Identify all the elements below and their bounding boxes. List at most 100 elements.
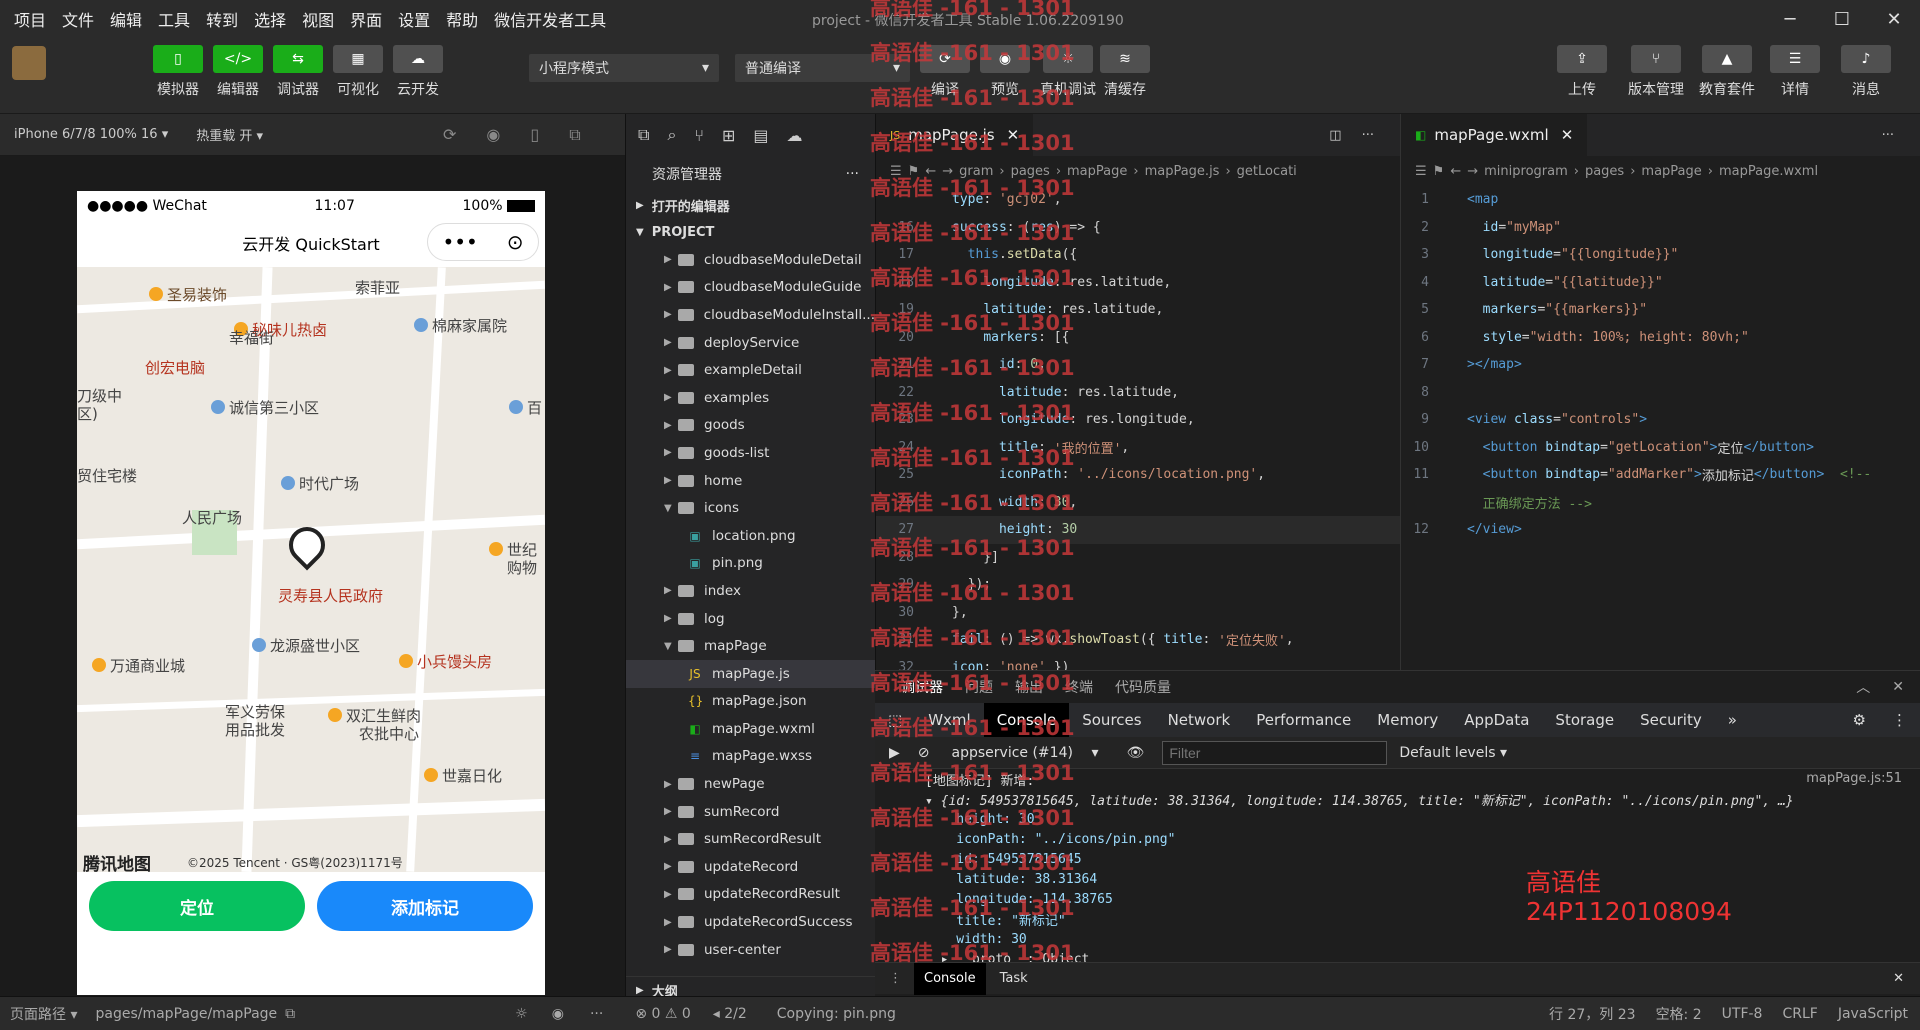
cloud-icon[interactable]: ☁ — [787, 126, 803, 145]
close-icon[interactable]: ✕ — [1893, 971, 1904, 986]
map-poi-label[interactable]: 购物 — [507, 557, 537, 578]
breadcrumb-item[interactable]: mapPage.js — [1145, 164, 1220, 179]
stop-icon[interactable]: ◉ — [486, 125, 500, 144]
encoding[interactable]: UTF-8 — [1722, 1006, 1763, 1022]
breadcrumb-item[interactable]: mapPage — [1641, 164, 1701, 179]
breadcrumb-item[interactable]: mapPage.wxml — [1719, 164, 1818, 179]
extensions-icon[interactable]: ⊞ — [722, 126, 735, 145]
menu-item-4[interactable]: 转到 — [206, 7, 238, 31]
split-icon[interactable]: ◫ — [1329, 128, 1341, 143]
tree-item[interactable]: ▶ exampleDetail — [626, 356, 875, 384]
map-view[interactable]: 圣易装饰 索菲亚 秘味儿热卤 棉麻家属院 幸福街 创宏电脑 刀级中 区) 诚信第三小区百贸住宅楼… — [77, 267, 545, 872]
devtools-tab[interactable]: Security — [1627, 703, 1715, 737]
chevron-up-icon[interactable]: ︿ — [1856, 677, 1870, 697]
add-marker-button[interactable]: 添加标记 — [317, 881, 533, 931]
map-poi-label[interactable]: 创宏电脑 — [145, 357, 205, 378]
avatar[interactable] — [12, 46, 46, 80]
forward-icon[interactable]: → — [1467, 164, 1478, 179]
tree-item[interactable]: ▶ examples — [626, 384, 875, 412]
more-icon[interactable]: ⋮ — [889, 971, 902, 986]
back-icon[interactable]: ← — [1450, 164, 1461, 179]
map-poi-label[interactable]: 万通商业城 — [110, 655, 185, 676]
more-icon[interactable]: ••• — [442, 230, 477, 254]
toolbar-button-code[interactable]: </> 编辑器 — [213, 45, 263, 99]
more-icon[interactable]: ··· — [590, 1006, 603, 1022]
search-icon[interactable]: ⌕ — [667, 125, 676, 145]
tree-item[interactable]: ▶ index — [626, 577, 875, 605]
map-poi-label[interactable]: 龙源盛世小区 — [270, 635, 360, 656]
map-poi-label[interactable]: 棉麻家属院 — [432, 315, 507, 336]
toolbar-button-phone[interactable]: ▯ 模拟器 — [153, 45, 203, 99]
map-poi-label[interactable]: 农批中心 — [359, 723, 419, 744]
problems-count[interactable]: ⊗ 0 ⚠ 0 — [635, 1006, 690, 1022]
map-poi-label[interactable]: 时代广场 — [299, 473, 359, 494]
settings-icon[interactable]: ⚙ — [1840, 703, 1879, 737]
close-icon[interactable]: ✕ — [1561, 126, 1574, 144]
map-poi-label[interactable]: 灵寿县人民政府 — [278, 585, 383, 606]
map-poi-label[interactable]: 诚信第三小区 — [229, 397, 319, 418]
levels-select[interactable]: Default levels ▾ — [1399, 745, 1507, 761]
more-icon[interactable]: ··· — [846, 166, 859, 182]
tree-item[interactable]: ▶ goods — [626, 412, 875, 440]
device-select[interactable]: iPhone 6/7/8 100% 16 ▾ — [14, 127, 168, 142]
devtools-tab[interactable]: Storage — [1542, 703, 1627, 737]
drawer-tab-task[interactable]: Task — [1000, 971, 1028, 986]
map-poi-label[interactable]: 圣易装饰 — [167, 284, 227, 305]
tree-item[interactable]: ▶ user-center — [626, 936, 875, 964]
copy-icon[interactable]: ⧉ — [285, 1006, 295, 1022]
more-icon[interactable]: ··· — [1362, 128, 1374, 143]
tree-item[interactable]: ▶ updateRecordResult — [626, 881, 875, 909]
hot-reload-toggle[interactable]: 热重载 开 ▾ — [196, 125, 263, 144]
close-icon[interactable]: ✕ — [1868, 0, 1920, 38]
debug-tab[interactable]: 代码质量 — [1115, 677, 1171, 697]
map-poi-label[interactable]: 百 — [527, 397, 542, 418]
tree-item[interactable]: ▶ home — [626, 467, 875, 495]
map-poi-label[interactable]: 人民广场 — [182, 507, 242, 528]
menu-item-8[interactable]: 设置 — [398, 7, 430, 31]
tree-item[interactable]: ▶ goods-list — [626, 439, 875, 467]
git-icon[interactable]: ⑂ — [694, 126, 704, 145]
toolbar-button-cloud[interactable]: ☁ 云开发 — [393, 45, 443, 99]
storage-icon[interactable]: ▤ — [753, 126, 768, 145]
phone-icon[interactable]: ▯ — [530, 125, 539, 144]
tree-item[interactable]: ▶ log — [626, 605, 875, 633]
devtools-tab[interactable]: Sources — [1069, 703, 1154, 737]
menu-item-10[interactable]: 微信开发者工具 — [494, 7, 606, 31]
menu-item-2[interactable]: 编辑 — [110, 7, 142, 31]
menu-item-5[interactable]: 选择 — [254, 7, 286, 31]
tree-item[interactable]: ▶ sumRecordResult — [626, 825, 875, 853]
toolbar-button-layout[interactable]: ▦ 可视化 — [333, 45, 383, 99]
mode-select[interactable]: 小程序模式 ▾ — [529, 54, 719, 82]
console-line[interactable]: iconPath: "../icons/pin.png" — [875, 829, 1920, 849]
breadcrumb-item[interactable]: miniprogram — [1484, 164, 1568, 179]
menu-item-9[interactable]: 帮助 — [446, 7, 478, 31]
map-poi-label[interactable]: 区) — [77, 403, 98, 424]
map-poi-label[interactable]: 世嘉日化 — [442, 765, 502, 786]
bookmark-icon[interactable]: ⚑ — [1433, 164, 1445, 179]
project-section[interactable]: ▼ PROJECT — [626, 219, 875, 246]
files-icon[interactable]: ⧉ — [638, 125, 649, 145]
tree-item[interactable]: {} mapPage.json — [626, 688, 875, 716]
tree-item[interactable]: ▶ updateRecordSuccess — [626, 908, 875, 936]
map-poi-label[interactable]: 索菲亚 — [355, 277, 400, 298]
console-file-ref[interactable]: mapPage.js:51 — [1806, 771, 1902, 786]
tree-item[interactable]: ≡ mapPage.wxss — [626, 743, 875, 771]
capsule-menu[interactable]: ••• ⊙ — [427, 223, 539, 261]
menu-item-6[interactable]: 视图 — [302, 7, 334, 31]
toolbar-button-branch[interactable]: ⑂ 版本管理 — [1628, 45, 1684, 99]
line-ending[interactable]: CRLF — [1782, 1006, 1817, 1022]
toolbar-button-upload[interactable]: ⇪ 上传 — [1557, 45, 1607, 99]
toolbar-button-bell[interactable]: ♪ 消息 — [1841, 45, 1891, 99]
map-poi-label[interactable]: 用品批发 — [225, 719, 285, 740]
tree-item[interactable]: ▣ location.png — [626, 522, 875, 550]
toolbar-button-menu[interactable]: ☰ 详情 — [1770, 45, 1820, 99]
breadcrumb-item[interactable]: mapPage — [1067, 164, 1127, 179]
close-capsule-icon[interactable]: ⊙ — [507, 230, 524, 254]
tree-item[interactable]: ▶ cloudbaseModuleDetail — [626, 246, 875, 274]
list-icon[interactable]: ☰ — [1415, 164, 1427, 179]
more-icon[interactable]: ··· — [1882, 128, 1894, 143]
maximize-icon[interactable]: ☐ — [1816, 0, 1868, 38]
code-area[interactable]: 1 <map 2 id = "myMap" 3 longitude = "{{longitud… — [1401, 186, 1920, 544]
page-path-label[interactable]: 页面路径 ▾ — [10, 1004, 77, 1024]
toolbar-button-layers[interactable]: ≋ 清缓存 — [1100, 45, 1150, 99]
